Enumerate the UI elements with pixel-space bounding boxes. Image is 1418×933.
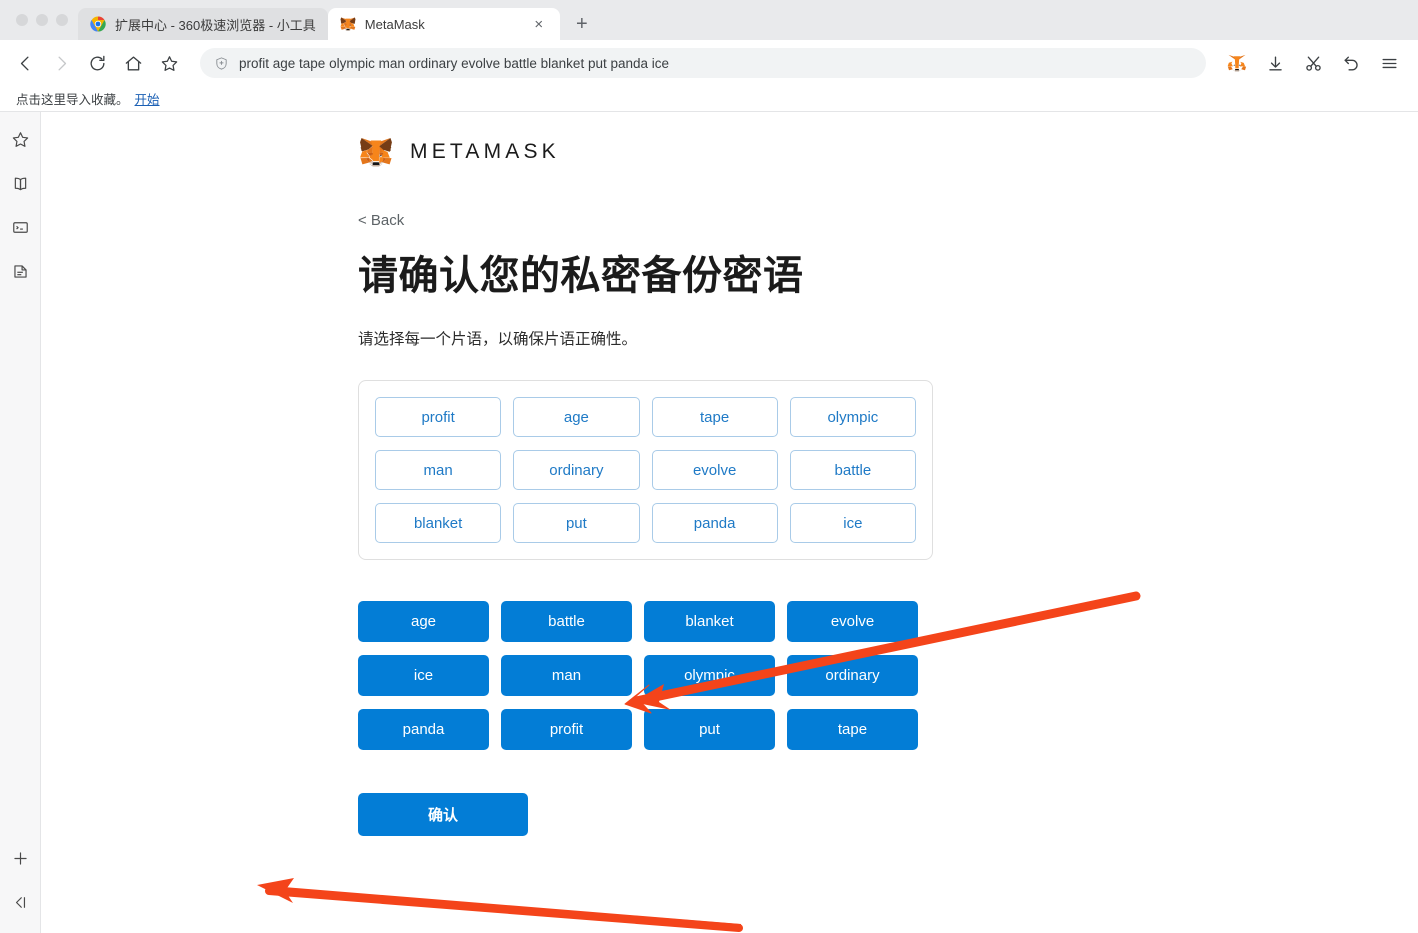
left-sidebar xyxy=(0,112,41,933)
chrome-color-icon xyxy=(90,16,106,32)
book-icon xyxy=(11,174,30,193)
reload-icon xyxy=(88,54,107,73)
bookmarks-import-message: 点击这里导入收藏。 xyxy=(16,89,129,108)
selected-word-chip[interactable]: battle xyxy=(790,450,916,490)
sidebar-item-reading-list[interactable] xyxy=(7,170,33,196)
screenshot-button[interactable] xyxy=(1296,46,1330,80)
selected-word-chip[interactable]: put xyxy=(513,503,639,543)
browser-body: METAMASK < Back 请确认您的私密备份密语 请选择每一个片语，以确保… xyxy=(0,112,1418,933)
download-icon xyxy=(1266,54,1285,73)
word-pool-button[interactable]: put xyxy=(644,709,775,750)
selected-word-chip[interactable]: ice xyxy=(790,503,916,543)
undo-button[interactable] xyxy=(1334,46,1368,80)
confirm-button[interactable]: 确认 xyxy=(358,793,528,836)
sidebar-collapse-button[interactable] xyxy=(7,889,33,915)
selected-word-chip[interactable]: ordinary xyxy=(513,450,639,490)
tab-title: 扩展中心 - 360极速浏览器 - 小工具 xyxy=(115,15,316,34)
tab-metamask[interactable]: MetaMask × xyxy=(328,8,560,40)
browser-menu-button[interactable] xyxy=(1372,46,1406,80)
word-pool-button[interactable]: evolve xyxy=(787,601,918,642)
metamask-extension-icon xyxy=(1227,53,1247,73)
word-pool-button[interactable]: man xyxy=(501,655,632,696)
word-pool-button[interactable]: profit xyxy=(501,709,632,750)
shield-plus-icon xyxy=(214,56,229,71)
home-button[interactable] xyxy=(116,46,150,80)
toolbar-right-actions xyxy=(1220,46,1406,80)
word-pool-button[interactable]: ice xyxy=(358,655,489,696)
brand-wordmark: METAMASK xyxy=(410,140,560,164)
bookmark-button[interactable] xyxy=(152,46,186,80)
metamask-brand: METAMASK xyxy=(358,112,978,169)
back-link[interactable]: < Back xyxy=(358,212,978,229)
scissors-icon xyxy=(1304,54,1323,73)
selected-word-chip[interactable]: age xyxy=(513,397,639,437)
word-pool-button[interactable]: blanket xyxy=(644,601,775,642)
window-minimize-button[interactable] xyxy=(36,14,48,26)
new-tab-button[interactable]: + xyxy=(568,10,596,38)
back-button[interactable] xyxy=(8,46,42,80)
sidebar-item-favorites[interactable] xyxy=(7,126,33,152)
address-bar[interactable]: profit age tape olympic man ordinary evo… xyxy=(200,48,1206,78)
word-pool-button[interactable]: battle xyxy=(501,601,632,642)
tab-extension-center[interactable]: 扩展中心 - 360极速浏览器 - 小工具 xyxy=(78,8,328,40)
window-close-button[interactable] xyxy=(16,14,28,26)
arrow-to-confirm-button xyxy=(257,878,741,931)
browser-window: 扩展中心 - 360极速浏览器 - 小工具 xyxy=(0,0,1418,933)
sidebar-item-notes[interactable] xyxy=(7,258,33,284)
tab-strip: 扩展中心 - 360极速浏览器 - 小工具 xyxy=(0,0,1418,40)
window-icon xyxy=(11,218,30,237)
metamask-extension-button[interactable] xyxy=(1220,46,1254,80)
word-pool-button[interactable]: olympic xyxy=(644,655,775,696)
page-viewport: METAMASK < Back 请确认您的私密备份密语 请选择每一个片语，以确保… xyxy=(41,112,1418,933)
plus-icon xyxy=(11,849,30,868)
selected-word-chip[interactable]: man xyxy=(375,450,501,490)
document-icon xyxy=(11,262,30,281)
selected-word-chip[interactable]: profit xyxy=(375,397,501,437)
word-pool-button[interactable]: tape xyxy=(787,709,918,750)
forward-button[interactable] xyxy=(44,46,78,80)
undo-icon xyxy=(1342,54,1361,73)
browser-toolbar: profit age tape olympic man ordinary evo… xyxy=(0,40,1418,86)
metamask-fox-icon xyxy=(340,16,356,32)
page-title: 请确认您的私密备份密语 xyxy=(358,243,978,301)
word-pool-button[interactable]: age xyxy=(358,601,489,642)
window-controls xyxy=(12,0,78,40)
collapse-arrow-icon xyxy=(11,893,30,912)
selected-word-chip[interactable]: tape xyxy=(652,397,778,437)
selected-word-chip[interactable]: evolve xyxy=(652,450,778,490)
address-bar-text: profit age tape olympic man ordinary evo… xyxy=(239,56,669,71)
word-pool-button[interactable]: ordinary xyxy=(787,655,918,696)
bookmarks-import-link[interactable]: 开始 xyxy=(135,89,160,108)
back-arrow-icon xyxy=(16,54,35,73)
selected-word-chip[interactable]: panda xyxy=(652,503,778,543)
star-icon xyxy=(160,54,179,73)
download-button[interactable] xyxy=(1258,46,1292,80)
window-maximize-button[interactable] xyxy=(56,14,68,26)
reload-button[interactable] xyxy=(80,46,114,80)
bookmarks-bar: 点击这里导入收藏。 开始 xyxy=(0,86,1418,112)
tab-title: MetaMask xyxy=(365,17,425,32)
star-icon xyxy=(11,130,30,149)
word-pool: age battle blanket evolve iceman olympic ordin… xyxy=(358,601,918,750)
home-icon xyxy=(124,54,143,73)
tab-close-button[interactable]: × xyxy=(530,15,548,33)
metamask-fox-logo xyxy=(358,135,394,169)
metamask-onboarding-content: METAMASK < Back 请确认您的私密备份密语 请选择每一个片语，以确保… xyxy=(358,112,978,836)
forward-arrow-icon xyxy=(52,54,71,73)
sidebar-add-button[interactable] xyxy=(7,845,33,871)
selected-phrase-box: profit agetape olympic man ordinary evolve bat… xyxy=(358,380,933,560)
sidebar-bottom-actions xyxy=(7,845,33,933)
sidebar-item-tools[interactable] xyxy=(7,214,33,240)
selected-word-chip[interactable]: blanket xyxy=(375,503,501,543)
selected-phrase-grid: profit agetape olympic man ordinary evolve bat… xyxy=(375,397,916,543)
selected-word-chip[interactable]: olympic xyxy=(790,397,916,437)
word-pool-button[interactable]: panda xyxy=(358,709,489,750)
page-subtitle: 请选择每一个片语，以确保片语正确性。 xyxy=(358,327,978,349)
word-pool-grid: age battle blanket evolve iceman olympic ordin… xyxy=(358,601,918,750)
menu-icon xyxy=(1380,54,1399,73)
